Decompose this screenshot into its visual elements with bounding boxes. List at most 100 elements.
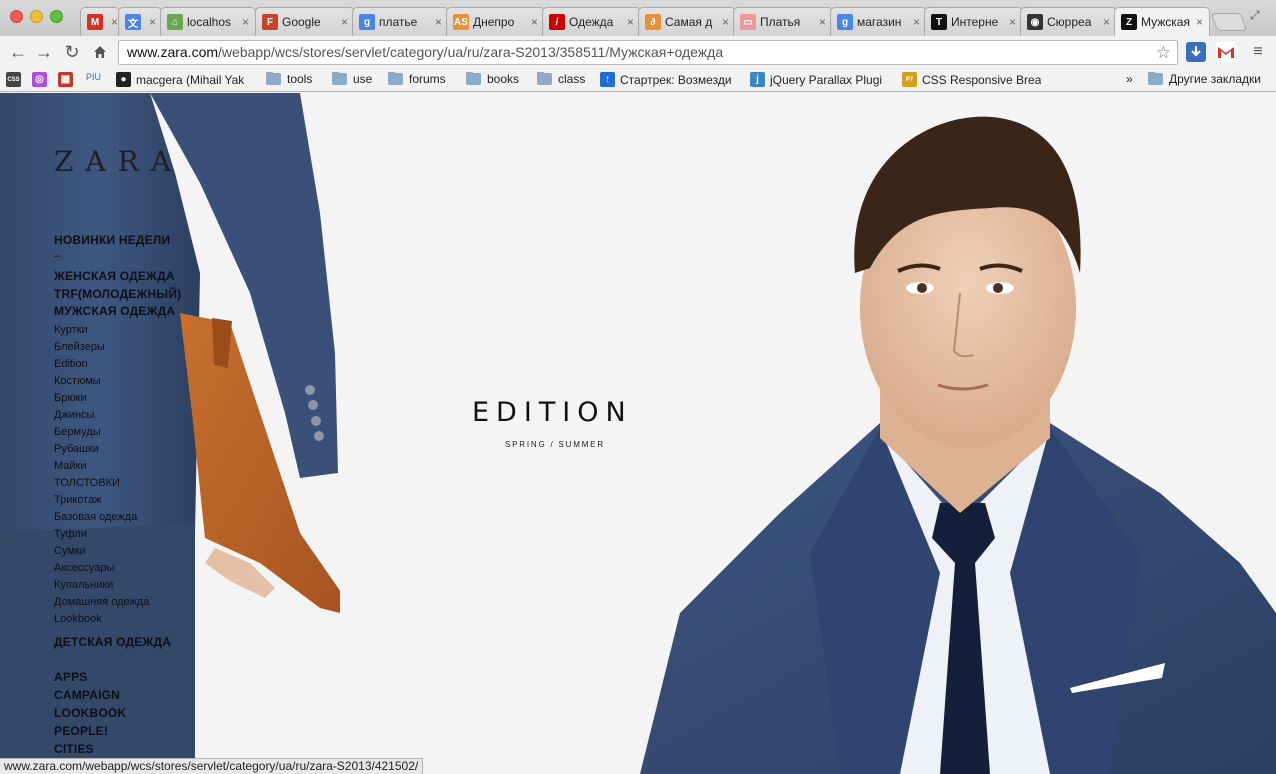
tab-title: Одежда: [569, 15, 614, 29]
bookmark-label: CSS Responsive Brea: [922, 72, 1042, 87]
nav-item[interactable]: Куртки: [54, 324, 88, 336]
bookmark-github[interactable]: ● macgera (Mihail Yak: [116, 72, 244, 87]
bookmark-piu[interactable]: PIU: [86, 72, 101, 82]
tab[interactable]: / Одежда ×: [542, 7, 641, 36]
nav-item[interactable]: Туфли: [54, 528, 87, 540]
bookmark-star-icon[interactable]: ☆: [1156, 41, 1171, 64]
tab[interactable]: g платье ×: [352, 7, 449, 36]
nav-item[interactable]: CAMPAIGN: [54, 688, 120, 702]
tab[interactable]: AS Днепро ×: [446, 7, 545, 36]
bookmarks-overflow-label: »: [1126, 72, 1133, 86]
nav-item[interactable]: Костюмы: [54, 375, 101, 387]
color-wheel-icon: ◎: [32, 72, 47, 87]
close-tab-icon[interactable]: ×: [913, 15, 920, 29]
nav-item[interactable]: Брюки: [54, 392, 87, 404]
nav-item[interactable]: Рубашки: [54, 443, 99, 455]
nav-item[interactable]: PEOPLE!: [54, 724, 108, 738]
tab-title: Платья: [760, 15, 801, 29]
bookmark-icon-only[interactable]: CSS: [6, 72, 26, 87]
folder-icon: [266, 72, 281, 85]
tab[interactable]: ∂ Самая д ×: [638, 7, 736, 36]
nav-item[interactable]: Блейзеры: [54, 341, 105, 353]
tab[interactable]: M ×: [80, 7, 120, 36]
tab-title: магазин: [857, 15, 902, 29]
nav-item[interactable]: ТОЛСТОВКИ: [54, 477, 120, 489]
bookmark-label: class: [558, 72, 586, 86]
reload-icon[interactable]: ↻: [60, 40, 84, 64]
nav-item[interactable]: Майки: [54, 460, 87, 472]
close-tab-icon[interactable]: ×: [531, 15, 538, 29]
close-tab-icon[interactable]: ×: [111, 15, 118, 29]
bookmark-label: books: [487, 72, 520, 86]
nav-item[interactable]: Трикотаж: [54, 494, 102, 506]
close-tab-icon[interactable]: ×: [819, 15, 826, 29]
bookmark-icon-only[interactable]: ▦: [58, 72, 78, 87]
bookmark-folder[interactable]: use: [332, 72, 372, 86]
tab[interactable]: F Google ×: [255, 7, 355, 36]
gmail-extension-icon[interactable]: [1216, 42, 1236, 62]
other-bookmarks-folder[interactable]: Другие закладки: [1148, 72, 1261, 86]
nav-item[interactable]: TRF(МОЛОДЕЖНЫЙ): [54, 287, 181, 301]
new-tab-button[interactable]: [1210, 13, 1248, 31]
close-tab-icon[interactable]: ×: [149, 15, 156, 29]
nav-item[interactable]: Базовая одежда: [54, 511, 137, 523]
zara-logo[interactable]: ZARA: [54, 145, 183, 178]
tab[interactable]: T Интерне ×: [924, 7, 1023, 36]
nav-item[interactable]: МУЖСКАЯ ОДЕЖДА: [54, 304, 175, 318]
web-page: ZARA НОВИНКИ НЕДЕЛИ – ЖЕНСКАЯ ОДЕЖДА TRF(МО…: [0, 93, 1276, 774]
close-tab-icon[interactable]: ×: [722, 15, 729, 29]
bookmark-jquery[interactable]: j jQuery Parallax Plugi: [750, 72, 882, 87]
bookmark-p7[interactable]: P7 CSS Responsive Brea: [902, 72, 1041, 87]
nav-item[interactable]: Купальники: [54, 579, 113, 591]
bookmark-folder[interactable]: forums: [388, 72, 446, 86]
back-icon[interactable]: ←: [6, 40, 30, 64]
bookmark-arrow-up[interactable]: ↑ Стартрек: Возмезди: [600, 72, 732, 87]
nav-item[interactable]: Бермуды: [54, 426, 101, 438]
close-window-button[interactable]: [10, 10, 23, 23]
nav-item[interactable]: Edition: [54, 358, 88, 370]
nav-item[interactable]: ЖЕНСКАЯ ОДЕЖДА: [54, 269, 175, 283]
nav-item[interactable]: Домашняя одежда: [54, 596, 149, 608]
forward-icon[interactable]: →: [32, 40, 56, 64]
google-docs-icon: F: [262, 14, 278, 30]
close-tab-icon[interactable]: ×: [627, 15, 634, 29]
zoom-window-button[interactable]: [50, 10, 63, 23]
nav-item[interactable]: Сумки: [54, 545, 86, 557]
close-tab-icon[interactable]: ×: [341, 15, 348, 29]
nav-item[interactable]: Lookbook: [54, 613, 102, 625]
nav-item[interactable]: Джинсы: [54, 409, 94, 421]
tab-strip: M × 文 × ⌂ localhos × F Google × g платье × AS Днепро × /…: [0, 0, 1276, 36]
address-bar[interactable]: www.zara.com/webapp/wcs/stores/servlet/c…: [118, 40, 1178, 65]
status-bar-url: www.zara.com/webapp/wcs/stores/servlet/c…: [0, 758, 424, 774]
nav-item[interactable]: Аксессуары: [54, 562, 114, 574]
nav-item[interactable]: ДЕТСКАЯ ОДЕЖДА: [54, 635, 171, 649]
tab[interactable]: ⌂ localhos ×: [160, 7, 256, 36]
home-icon[interactable]: [88, 40, 112, 64]
tab[interactable]: Z Мужская ×: [1114, 7, 1210, 36]
close-tab-icon[interactable]: ×: [1196, 15, 1203, 29]
github-icon: ●: [116, 72, 131, 87]
nav-item[interactable]: APPS: [54, 670, 87, 684]
tab[interactable]: ◉ Сюрреа ×: [1020, 7, 1117, 36]
close-tab-icon[interactable]: ×: [1009, 15, 1016, 29]
close-tab-icon[interactable]: ×: [435, 15, 442, 29]
close-tab-icon[interactable]: ×: [1103, 15, 1110, 29]
download-extension-icon[interactable]: [1186, 42, 1206, 62]
bookmark-folder[interactable]: tools: [266, 72, 312, 86]
minimize-window-button[interactable]: [30, 10, 43, 23]
bookmarks-overflow-button[interactable]: »: [1126, 72, 1133, 86]
fullscreen-icon[interactable]: ⤢: [1250, 8, 1260, 23]
folder-icon: [388, 72, 403, 85]
nav-item[interactable]: CITIES: [54, 742, 94, 756]
tab[interactable]: 文 ×: [118, 7, 162, 36]
bookmark-folder[interactable]: books: [466, 72, 519, 86]
tab-title: Сюрреа: [1047, 15, 1092, 29]
tab[interactable]: g магазин ×: [830, 7, 927, 36]
bookmark-icon-only[interactable]: ◎: [32, 72, 52, 87]
bookmark-folder[interactable]: class: [537, 72, 585, 86]
nav-item[interactable]: НОВИНКИ НЕДЕЛИ: [54, 233, 170, 247]
nav-item[interactable]: LOOKBOOK: [54, 706, 126, 720]
close-tab-icon[interactable]: ×: [242, 15, 249, 29]
tab[interactable]: ▭ Платья ×: [733, 7, 833, 36]
menu-icon[interactable]: ≡: [1246, 40, 1270, 64]
